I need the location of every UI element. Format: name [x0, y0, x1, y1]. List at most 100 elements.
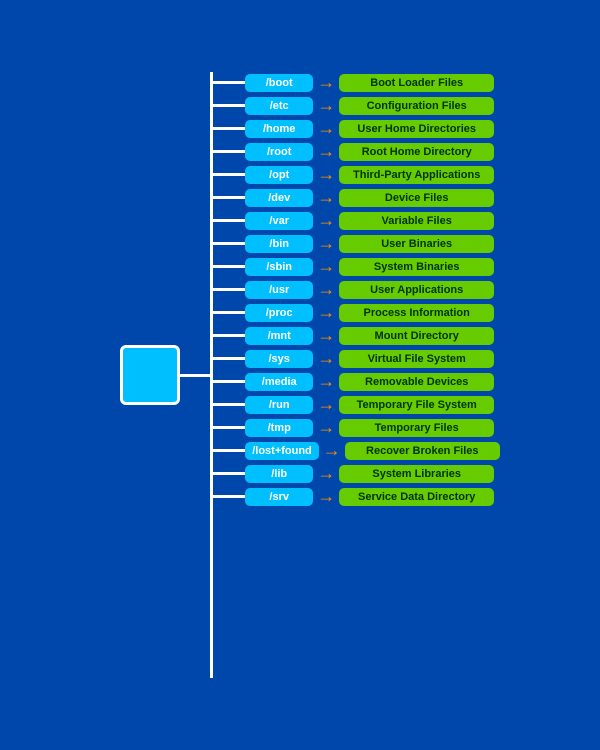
dir-node: /sys [245, 350, 313, 368]
arrow-icon: → [317, 463, 335, 484]
arrow-icon: → [317, 348, 335, 369]
arrow-icon: → [317, 279, 335, 300]
dir-node: /sbin [245, 258, 313, 276]
branch-line [213, 265, 245, 268]
dir-node: /usr [245, 281, 313, 299]
desc-node: User Home Directories [339, 120, 494, 138]
desc-node: Device Files [339, 189, 494, 207]
root-node [120, 345, 180, 405]
branch-line [213, 449, 245, 452]
branch-line [213, 196, 245, 199]
dir-node: /bin [245, 235, 313, 253]
branch-line [213, 334, 245, 337]
dir-node: /dev [245, 189, 313, 207]
list-item: /run → Temporary File System [213, 394, 500, 415]
arrow-icon: → [317, 394, 335, 415]
branch-line [213, 288, 245, 291]
list-item: /opt → Third-Party Applications [213, 164, 500, 185]
dir-node: /root [245, 143, 313, 161]
desc-node: System Libraries [339, 465, 494, 483]
branch-line [213, 357, 245, 360]
arrow-icon: → [317, 325, 335, 346]
arrow-icon: → [317, 417, 335, 438]
arrow-icon: → [317, 164, 335, 185]
desc-node: Root Home Directory [339, 143, 494, 161]
branch-line [213, 495, 245, 498]
branch-line [213, 242, 245, 245]
dir-node: /proc [245, 304, 313, 322]
desc-node: Temporary File System [339, 396, 494, 414]
arrow-icon: → [317, 233, 335, 254]
list-item: /lib → System Libraries [213, 463, 500, 484]
arrow-icon: → [317, 486, 335, 507]
branch-line [213, 426, 245, 429]
branch-line [213, 150, 245, 153]
branch-line [213, 472, 245, 475]
dir-node: /mnt [245, 327, 313, 345]
arrow-icon: → [323, 440, 341, 461]
list-item: /lost+found → Recover Broken Files [213, 440, 500, 461]
tree-body: /boot → Boot Loader Files /etc → Configu… [120, 72, 500, 678]
arrow-icon: → [317, 118, 335, 139]
desc-node: System Binaries [339, 258, 494, 276]
list-item: /dev → Device Files [213, 187, 500, 208]
desc-node: Virtual File System [339, 350, 494, 368]
list-item: /sys → Virtual File System [213, 348, 500, 369]
desc-node: Variable Files [339, 212, 494, 230]
branch-line [213, 311, 245, 314]
arrow-icon: → [317, 210, 335, 231]
dir-node: /srv [245, 488, 313, 506]
list-item: /media → Removable Devices [213, 371, 500, 392]
branch-line [213, 403, 245, 406]
desc-node: Mount Directory [339, 327, 494, 345]
arrow-icon: → [317, 72, 335, 93]
dir-node: /var [245, 212, 313, 230]
arrow-icon: → [317, 187, 335, 208]
dir-node: /boot [245, 74, 313, 92]
desc-node: Recover Broken Files [345, 442, 500, 460]
branch-line [213, 81, 245, 84]
dir-node: /etc [245, 97, 313, 115]
desc-node: Third-Party Applications [339, 166, 494, 184]
desc-node: Temporary Files [339, 419, 494, 437]
list-item: /var → Variable Files [213, 210, 500, 231]
arrow-icon: → [317, 95, 335, 116]
arrow-icon: → [317, 256, 335, 277]
dir-node: /home [245, 120, 313, 138]
list-item: /usr → User Applications [213, 279, 500, 300]
desc-node: Service Data Directory [339, 488, 494, 506]
dir-node: /run [245, 396, 313, 414]
list-item: /root → Root Home Directory [213, 141, 500, 162]
root-connector [180, 374, 210, 377]
desc-node: Process Information [339, 304, 494, 322]
desc-node: Boot Loader Files [339, 74, 494, 92]
trunk-and-branches: /boot → Boot Loader Files /etc → Configu… [210, 72, 500, 678]
dir-node: /opt [245, 166, 313, 184]
list-item: /etc → Configuration Files [213, 95, 500, 116]
list-item: /bin → User Binaries [213, 233, 500, 254]
desc-node: User Binaries [339, 235, 494, 253]
desc-node: Configuration Files [339, 97, 494, 115]
list-item: /tmp → Temporary Files [213, 417, 500, 438]
arrow-icon: → [317, 141, 335, 162]
branch-line [213, 380, 245, 383]
list-item: /mnt → Mount Directory [213, 325, 500, 346]
diagram-container: /boot → Boot Loader Files /etc → Configu… [0, 42, 600, 708]
branch-line [213, 127, 245, 130]
branches-list: /boot → Boot Loader Files /etc → Configu… [213, 72, 500, 678]
branch-line [213, 219, 245, 222]
arrow-icon: → [317, 302, 335, 323]
dir-node: /lost+found [245, 442, 319, 460]
desc-node: Removable Devices [339, 373, 494, 391]
list-item: /home → User Home Directories [213, 118, 500, 139]
desc-node: User Applications [339, 281, 494, 299]
list-item: /boot → Boot Loader Files [213, 72, 500, 93]
list-item: /proc → Process Information [213, 302, 500, 323]
list-item: /srv → Service Data Directory [213, 486, 500, 507]
branch-line [213, 173, 245, 176]
list-item: /sbin → System Binaries [213, 256, 500, 277]
dir-node: /lib [245, 465, 313, 483]
dir-node: /tmp [245, 419, 313, 437]
branch-line [213, 104, 245, 107]
arrow-icon: → [317, 371, 335, 392]
